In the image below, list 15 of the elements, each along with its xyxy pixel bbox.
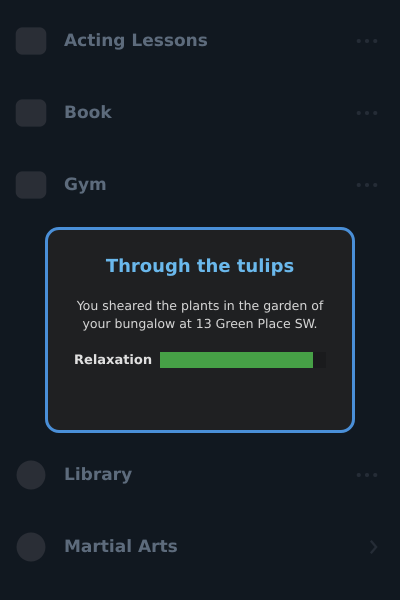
activity-name: Acting Lessons (64, 31, 209, 51)
activity-row[interactable]: Martial Arts (0, 511, 400, 583)
activity-name: Gym (64, 175, 108, 195)
activity-name: Library (64, 465, 134, 485)
meter-label: Relaxation (74, 352, 152, 368)
activity-icon (14, 458, 48, 492)
dialog-message: You sheared the plants in the garden of your bungalow at 13 Green Place SW. (76, 297, 324, 332)
activity-icon (14, 530, 48, 564)
activity-row[interactable]: Acting Lessons (0, 5, 400, 77)
activity-name: Book (64, 103, 113, 123)
activity-row[interactable]: Book (0, 77, 400, 149)
activity-row[interactable]: Library (0, 439, 400, 511)
activity-name: Martial Arts (64, 537, 179, 557)
dialog-title: Through the tulips (106, 256, 294, 277)
activity-row[interactable]: Gym (0, 149, 400, 221)
